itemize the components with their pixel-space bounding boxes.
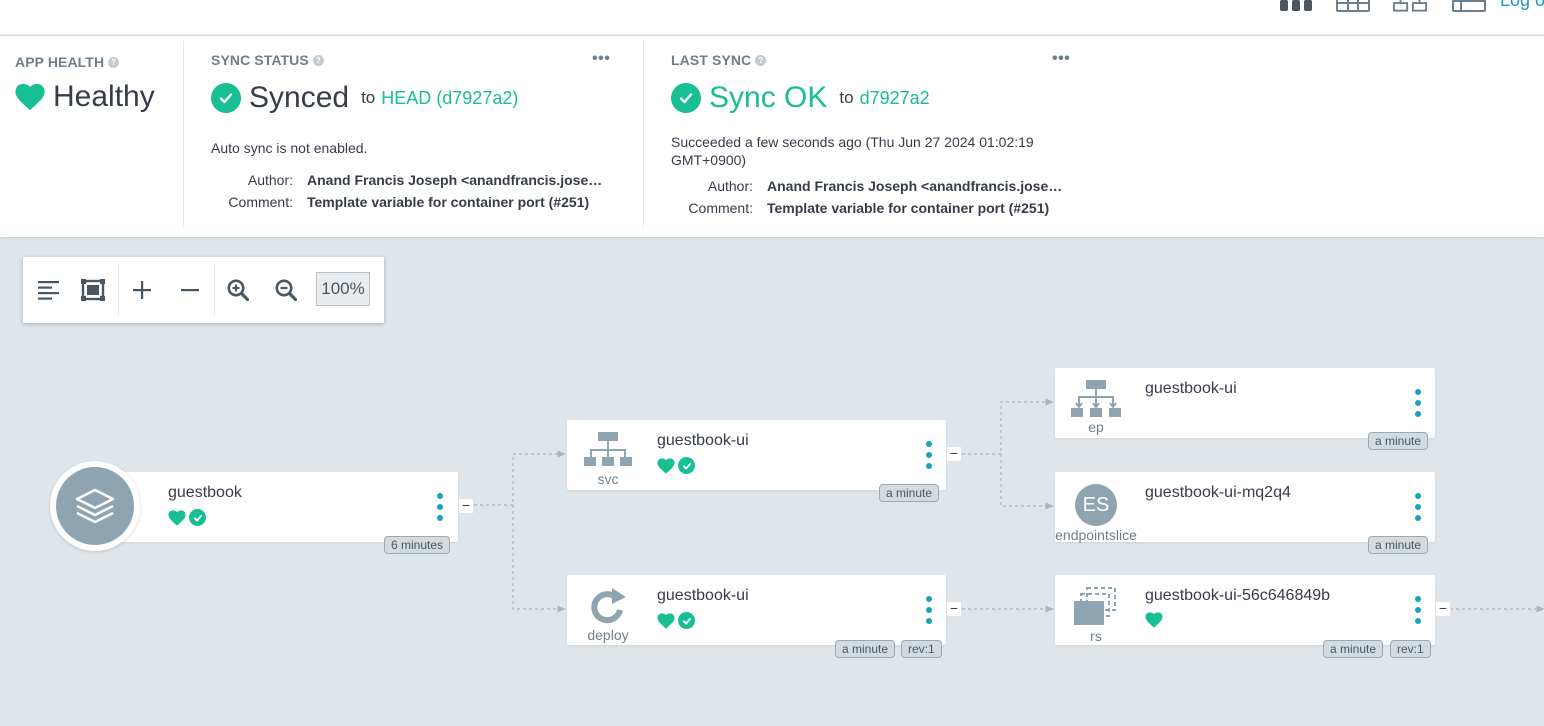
- author-label: Author:: [247, 172, 293, 188]
- help-icon[interactable]: ?: [312, 54, 324, 66]
- comment-label: Comment:: [228, 194, 293, 210]
- endpointslice-icon: ES endpointslice: [1055, 484, 1137, 543]
- resource-graph: 100% guestbook − 6 minutes svc guestbook…: [0, 237, 1544, 726]
- sync-status-label: SYNC STATUS?: [211, 52, 324, 68]
- author-value: Anand Francis Joseph <anandfrancis.josep…: [307, 172, 610, 188]
- column-divider: [183, 41, 184, 227]
- node-status-badges: [168, 509, 206, 526]
- top-bar: Log o: [0, 0, 1544, 35]
- node-menu-icon[interactable]: [1412, 596, 1424, 624]
- revision-link[interactable]: HEAD (d7927a2): [381, 88, 518, 109]
- collapse-button[interactable]: −: [946, 601, 962, 617]
- comment-label: Comment:: [688, 200, 753, 216]
- endpoints-node[interactable]: ep guestbook-ui: [1055, 368, 1435, 438]
- collapse-button[interactable]: −: [1435, 601, 1451, 617]
- app-node[interactable]: guestbook: [95, 472, 458, 542]
- app-health-status: Healthy: [15, 80, 155, 114]
- logout-link[interactable]: Log o: [1500, 0, 1544, 11]
- age-tag: a minute: [1323, 640, 1384, 658]
- service-node[interactable]: svc guestbook-ui: [567, 420, 946, 490]
- check-circle-icon: [671, 83, 701, 113]
- node-status-badges: [657, 612, 695, 629]
- auto-sync-text: Auto sync is not enabled.: [211, 140, 368, 156]
- endpoints-icon: ep: [1055, 380, 1137, 435]
- node-menu-icon[interactable]: [434, 493, 446, 521]
- heart-icon: [1145, 612, 1163, 628]
- author-label: Author:: [707, 178, 753, 194]
- status-panel: APP HEALTH? Healthy SYNC STATUS? ••• Syn…: [0, 36, 1544, 237]
- node-status-badges: [1145, 612, 1163, 628]
- collapse-button[interactable]: −: [946, 446, 962, 462]
- last-sync-value: Sync OK to d7927a2: [671, 81, 930, 115]
- age-tag: a minute: [879, 484, 940, 502]
- node-menu-icon[interactable]: [923, 596, 935, 624]
- age-tag: a minute: [1368, 536, 1429, 554]
- replicaset-icon: rs: [1055, 587, 1137, 644]
- edge-app-deploy: [512, 505, 566, 613]
- heart-icon: [657, 612, 675, 629]
- node-menu-icon[interactable]: [923, 441, 935, 469]
- last-sync-label: LAST SYNC?: [671, 52, 767, 68]
- edge-app-svc: [474, 450, 566, 506]
- more-options-icon[interactable]: •••: [592, 51, 610, 67]
- help-icon[interactable]: ?: [108, 56, 120, 68]
- service-icon: svc: [567, 432, 649, 487]
- author-value: Anand Francis Joseph <anandfrancis.josep…: [767, 178, 1070, 194]
- heart-icon: [168, 509, 186, 526]
- application-icon: [50, 461, 140, 551]
- revision-tag: rev:1: [901, 640, 942, 658]
- list-view-icon[interactable]: [1451, 0, 1487, 14]
- replicaset-node[interactable]: rs guestbook-ui-56c646849b: [1055, 575, 1435, 645]
- age-tag: 6 minutes: [384, 536, 451, 554]
- comment-value: Template variable for container port (#2…: [767, 200, 1050, 216]
- node-menu-icon[interactable]: [1412, 493, 1424, 521]
- endpointslice-node[interactable]: ES endpointslice guestbook-ui-mq2q4: [1055, 472, 1435, 543]
- comment-value: Template variable for container port (#2…: [307, 194, 590, 210]
- heart-icon: [15, 83, 45, 111]
- edge-svc-endpointslice: [1000, 454, 1054, 510]
- check-circle-icon: [678, 612, 695, 629]
- network-view-icon[interactable]: [1392, 0, 1428, 14]
- sync-status-value: Synced to HEAD (d7927a2): [211, 81, 518, 115]
- check-circle-icon: [211, 83, 241, 113]
- collapse-button[interactable]: −: [458, 498, 474, 514]
- succeeded-text: Succeeded a few seconds ago (Thu Jun 27 …: [671, 134, 1034, 168]
- deployment-node[interactable]: deploy guestbook-ui: [567, 575, 946, 645]
- help-icon[interactable]: ?: [755, 54, 767, 66]
- deployment-icon: deploy: [567, 588, 649, 643]
- pods-view-icon[interactable]: [1335, 0, 1371, 14]
- heart-icon: [657, 457, 675, 474]
- check-circle-icon: [678, 457, 695, 474]
- revision-tag: rev:1: [1390, 640, 1431, 658]
- age-tag: a minute: [1368, 432, 1429, 450]
- edge-svc-ep: [962, 398, 1054, 455]
- node-menu-icon[interactable]: [1412, 389, 1424, 417]
- node-status-badges: [657, 457, 695, 474]
- column-divider: [643, 41, 644, 227]
- app-health-label: APP HEALTH?: [15, 54, 120, 70]
- tree-view-icon[interactable]: [1279, 0, 1315, 14]
- age-tag: a minute: [835, 640, 896, 658]
- more-options-icon[interactable]: •••: [1052, 51, 1070, 67]
- check-circle-icon: [189, 509, 206, 526]
- revision-link[interactable]: d7927a2: [860, 88, 930, 109]
